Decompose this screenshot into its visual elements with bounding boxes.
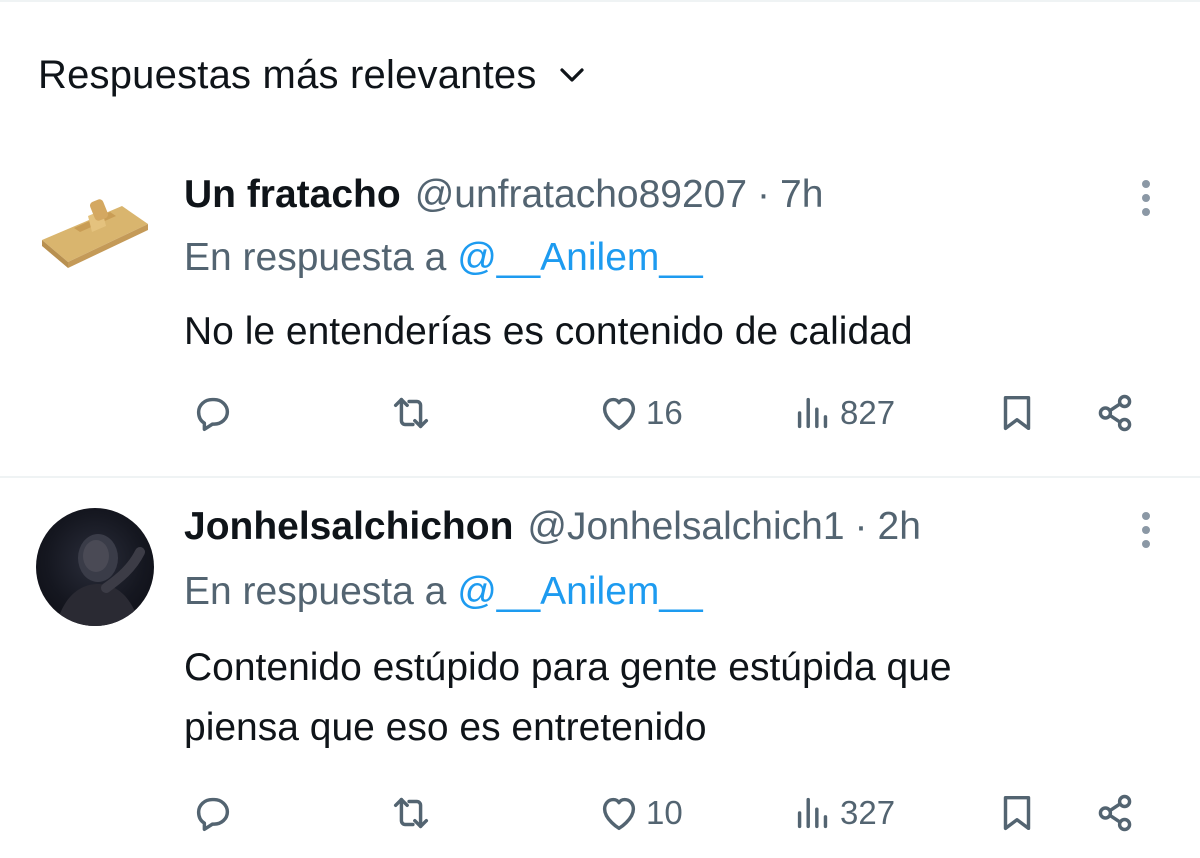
reply-button[interactable] [190,390,236,436]
like-icon [602,797,636,831]
in-reply-to: En respuesta a @__Anilem__ [184,236,703,280]
timestamp[interactable]: 2h [878,505,921,549]
reply-text-line: Contenido estúpido para gente estúpida q… [184,646,952,689]
user-handle[interactable]: @Jonhelsalchich1 [527,505,844,549]
bookmark-icon [1003,395,1031,431]
mention-link[interactable]: @__Anilem__ [457,570,703,613]
action-bar: 16 827 [0,390,1200,440]
bookmark-button[interactable] [994,790,1040,836]
like-count: 16 [646,394,683,431]
retweet-button[interactable] [388,790,434,836]
reply-icon [196,797,230,832]
views-count: 327 [840,794,896,831]
like-count: 10 [646,794,683,831]
mention-link[interactable]: @__Anilem__ [457,236,703,279]
views-count: 827 [840,394,896,431]
retweet-icon [393,397,429,429]
top-divider [0,0,1200,2]
views-icon [797,797,828,829]
share-icon [1098,394,1132,432]
like-button[interactable]: 16 [596,390,683,436]
share-button[interactable] [1092,790,1138,836]
retweet-button[interactable] [388,390,434,436]
avatar[interactable] [36,508,154,626]
reply-button[interactable] [190,790,236,836]
views-button[interactable]: 327 [790,790,895,836]
retweet-icon [393,797,429,829]
person-avatar-image [56,534,145,626]
share-icon [1098,794,1132,832]
reply-item[interactable]: Un fratacho @unfratacho89207 · 7h En res… [0,150,1200,476]
action-bar: 10 327 [0,790,1200,840]
display-name[interactable]: Jonhelsalchichon [184,505,513,549]
reply-text: Contenido estúpido para gente estúpida q… [184,638,1164,758]
like-icon [602,397,636,431]
in-reply-prefix: En respuesta a [184,570,447,613]
more-dots-icon[interactable] [1138,180,1154,220]
sort-label: Respuestas más relevantes [38,52,537,97]
trowel-avatar-image [42,199,148,268]
chevron-down-icon [559,68,584,82]
reply-text-line: No le entenderías es contenido de calida… [184,310,913,353]
timestamp[interactable]: 7h [780,173,823,217]
in-reply-prefix: En respuesta a [184,236,447,279]
sort-dropdown[interactable]: Respuestas más relevantes [38,50,587,100]
display-name[interactable]: Un fratacho [184,173,401,217]
in-reply-to: En respuesta a @__Anilem__ [184,570,703,614]
separator-dot: · [757,173,771,216]
user-handle[interactable]: @unfratacho89207 [415,173,747,217]
reply-icon [196,397,230,432]
reply-text-line: piensa que eso es entretenido [184,706,707,749]
views-icon [797,397,828,429]
more-dots-icon[interactable] [1138,512,1154,552]
views-button[interactable]: 827 [790,390,895,436]
reply-text: No le entenderías es contenido de calida… [184,302,1164,362]
share-button[interactable] [1092,390,1138,436]
bookmark-button[interactable] [994,390,1040,436]
reply-header: Un fratacho @unfratacho89207 · 7h [184,170,823,220]
reply-item[interactable]: Jonhelsalchichon @Jonhelsalchich1 · 2h E… [0,478,1200,858]
like-button[interactable]: 10 [596,790,683,836]
separator-dot: · [854,505,868,548]
avatar[interactable] [36,170,154,288]
bookmark-icon [1003,795,1031,831]
reply-header: Jonhelsalchichon @Jonhelsalchich1 · 2h [184,502,921,552]
